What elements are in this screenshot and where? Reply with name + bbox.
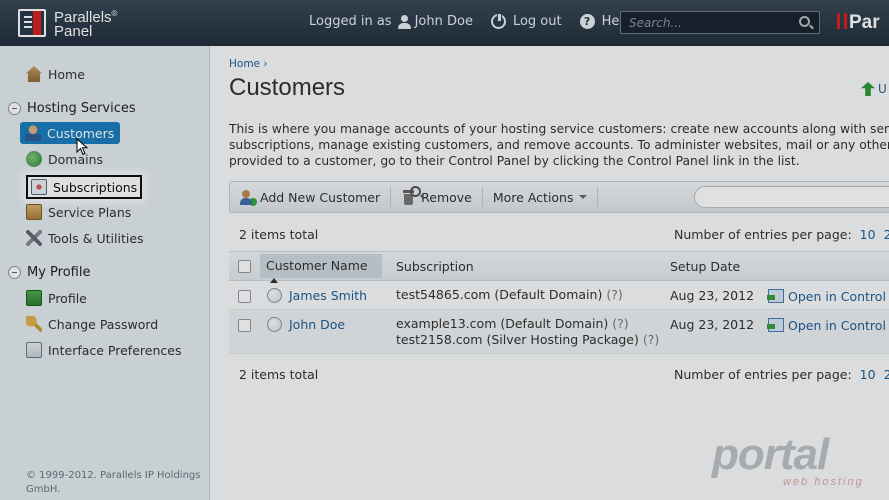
top-bar: Parallels® Panel Logged in as John Doe L…: [0, 0, 889, 46]
open-in-control-panel-link[interactable]: Open in Control P: [788, 289, 889, 304]
customers-toolbar: Add New Customer Remove More Actions: [229, 181, 889, 213]
parallels-logo-icon: [18, 9, 46, 37]
subscription-cell: example13.com (Default Domain) (?) test2…: [396, 316, 660, 347]
preferences-icon: [26, 342, 42, 358]
open-in-control-panel-link[interactable]: Open in Control P: [788, 318, 889, 333]
sidebar-item-profile[interactable]: Profile: [26, 290, 87, 306]
corner-link[interactable]: U: [878, 82, 887, 96]
page-size-25[interactable]: 25: [884, 227, 889, 242]
status-icon: [267, 288, 282, 303]
parallels-logo[interactable]: Parallels® Panel: [18, 9, 118, 40]
sidebar-item-label: Profile: [48, 290, 87, 306]
table-row: John Doe example13.com (Default Domain) …: [229, 310, 889, 354]
search-icon[interactable]: [410, 186, 421, 197]
sidebar-item-domains[interactable]: Domains: [26, 151, 103, 167]
row-checkbox[interactable]: [238, 319, 251, 332]
sidebar-item-label: Interface Preferences: [48, 342, 182, 358]
open-panel-icon: [767, 289, 784, 303]
logged-in-label: Logged in as: [309, 14, 392, 29]
copyright: © 1999-2012. Parallels IP Holdings GmbH.: [26, 470, 201, 495]
logout-icon[interactable]: [490, 13, 506, 29]
entries-per-page: Number of entries per page: 10 25 1: [674, 367, 889, 382]
service-plans-icon: [26, 204, 42, 220]
sidebar-item-tools[interactable]: Tools & Utilities: [26, 230, 144, 246]
help-icon[interactable]: ?: [579, 14, 595, 29]
page-size-10[interactable]: 10: [860, 367, 876, 382]
global-search: [620, 11, 820, 34]
logo-text: Parallels® Panel: [54, 9, 118, 40]
setup-date-cell: Aug 23, 2012: [670, 288, 755, 303]
portal-watermark: portal: [712, 430, 829, 479]
portal-watermark-sub: web hosting: [783, 476, 864, 488]
page-size-10[interactable]: 10: [860, 227, 876, 242]
help-hint[interactable]: (?): [606, 287, 622, 302]
breadcrumb[interactable]: Home ›: [229, 58, 268, 70]
more-actions-button[interactable]: More Actions: [483, 187, 598, 207]
sidebar-item-label: Tools & Utilities: [48, 230, 144, 246]
sidebar-item-interface-preferences[interactable]: Interface Preferences: [26, 342, 181, 358]
section-my-profile[interactable]: My Profile: [8, 265, 90, 280]
sidebar-item-label: Subscriptions: [53, 179, 138, 195]
brand-logo-right: Par: [837, 12, 880, 34]
open-panel-icon: [767, 318, 784, 332]
key-icon: [26, 316, 42, 332]
sidebar-item-service-plans[interactable]: Service Plans: [26, 204, 131, 220]
sidebar-item-label: Service Plans: [48, 204, 132, 220]
tools-icon: [26, 230, 42, 246]
sidebar-item-change-password[interactable]: Change Password: [26, 316, 158, 332]
add-user-icon: [240, 189, 257, 206]
items-total: 2 items total: [239, 367, 319, 382]
column-subscription[interactable]: Subscription: [396, 259, 474, 274]
page-size-25[interactable]: 25: [884, 367, 889, 382]
customer-name-link[interactable]: John Doe: [289, 317, 345, 332]
help-hint[interactable]: (?): [612, 316, 628, 331]
customer-name-link[interactable]: James Smith: [289, 288, 367, 303]
sidebar-item-customers[interactable]: Customers: [20, 122, 121, 144]
status-icon: [267, 317, 282, 332]
collapse-icon[interactable]: [8, 266, 21, 279]
subscription-cell: test54865.com (Default Domain) (?): [396, 287, 623, 302]
collapse-icon[interactable]: [8, 102, 21, 115]
setup-date-cell: Aug 23, 2012: [670, 317, 755, 332]
entries-per-page: Number of entries per page: 10 25 1: [674, 227, 889, 242]
table-header: Customer Name Subscription Setup Date: [229, 251, 889, 283]
customers-table: Customer Name Subscription Setup Date Ja…: [229, 251, 889, 354]
remove-button[interactable]: Remove: [391, 187, 483, 207]
search-icon[interactable]: [799, 16, 810, 27]
page-title: Customers: [229, 74, 346, 101]
sidebar-item-home[interactable]: Home: [26, 66, 85, 82]
upload-icon[interactable]: [861, 82, 875, 96]
column-customer-name[interactable]: Customer Name: [260, 254, 382, 283]
help-hint[interactable]: (?): [643, 332, 659, 347]
intro-text: This is where you manage accounts of you…: [229, 122, 889, 168]
sidebar-item-label: Change Password: [48, 316, 159, 332]
select-all-checkbox[interactable]: [238, 260, 251, 273]
brand-bars-icon: [837, 13, 847, 29]
user-icon: [397, 14, 411, 29]
chevron-down-icon: [578, 195, 587, 199]
global-search-input[interactable]: [621, 12, 791, 33]
table-row: James Smith test54865.com (Default Domai…: [229, 281, 889, 310]
home-icon: [26, 66, 42, 82]
profile-icon: [26, 290, 42, 306]
sidebar-item-subscriptions[interactable]: Subscriptions: [26, 175, 143, 199]
mouse-cursor-icon: [76, 138, 89, 156]
logout-link[interactable]: Log out: [513, 14, 562, 29]
items-total: 2 items total: [239, 227, 319, 242]
customer-icon: [25, 125, 41, 141]
list-search-input[interactable]: [694, 186, 889, 208]
section-hosting-services[interactable]: Hosting Services: [8, 101, 136, 116]
sidebar: Home Hosting Services Customers Domains …: [0, 46, 210, 500]
column-setup-date[interactable]: Setup Date: [670, 259, 740, 274]
row-checkbox[interactable]: [238, 290, 251, 303]
user-area: Logged in as John Doe Log out ? Help: [309, 13, 631, 29]
user-name-link[interactable]: John Doe: [415, 14, 473, 29]
sidebar-item-label: Home: [48, 66, 85, 82]
domains-icon: [26, 151, 42, 167]
add-new-customer-button[interactable]: Add New Customer: [230, 187, 392, 207]
subscriptions-icon: [31, 179, 47, 195]
